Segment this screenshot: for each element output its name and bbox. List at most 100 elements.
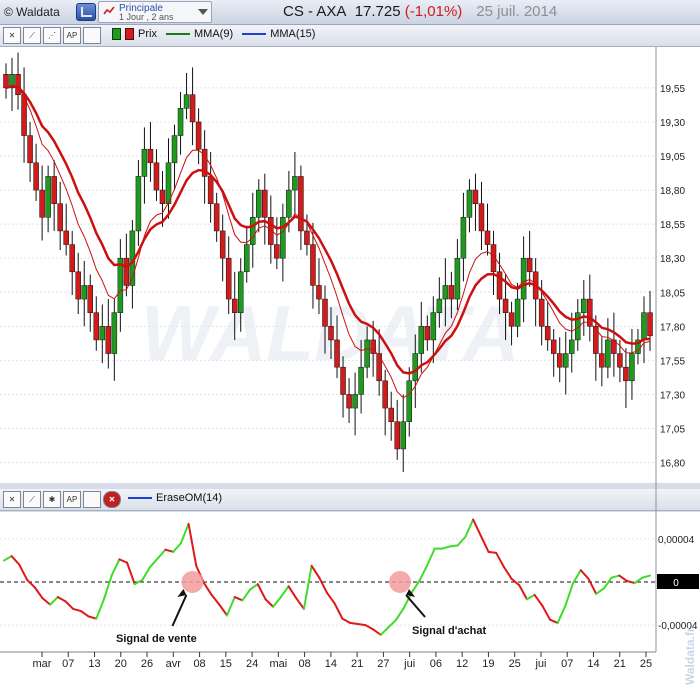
candle (532, 271, 539, 300)
candle (394, 421, 400, 450)
candle (358, 366, 364, 395)
candle (424, 326, 431, 341)
candle (243, 244, 250, 273)
candle (490, 244, 497, 273)
crosshair-tool-icon[interactable]: ✕ (3, 27, 21, 44)
x-tick-label: 14 (325, 658, 337, 670)
price-plot-area (0, 47, 656, 483)
candle (3, 74, 9, 89)
indicator-segment (587, 577, 598, 595)
legend-indicator: EraseOM(14) (156, 492, 223, 504)
indicator-segment (49, 596, 59, 606)
indicator-segment (549, 618, 559, 624)
candle (298, 176, 304, 232)
candle (593, 326, 599, 354)
line-tool-icon[interactable]: ⟋ (23, 27, 41, 44)
indicator-segment (425, 547, 436, 567)
crosshair-tool-icon[interactable]: ✕ (3, 491, 21, 508)
chart-canvas: WALDATA 19,55 19,30 19,05 18,80 18,55 18,30 18,… (0, 47, 700, 700)
indicator-segment (195, 564, 205, 585)
indicator-segment (241, 588, 252, 602)
indicator-plot-area (0, 512, 656, 652)
indicator-segment (579, 569, 590, 580)
indicator-segment (472, 518, 482, 537)
rectangle-tool-icon[interactable] (83, 491, 101, 508)
x-tick-label: 08 (193, 658, 205, 670)
text-tool-icon[interactable]: AP (63, 27, 81, 44)
x-tick-label: 25 (640, 658, 652, 670)
candle (207, 176, 214, 204)
sell-arrowhead (177, 589, 187, 597)
candle (21, 94, 27, 136)
y-tick-label: 19,30 (660, 118, 685, 129)
indicator-segment (156, 548, 167, 560)
candle (69, 244, 75, 273)
indicator-legend: EraseOM(14) (128, 492, 222, 504)
candle (189, 94, 196, 123)
candle (105, 326, 112, 354)
candle (81, 285, 87, 300)
rectangle-tool-icon[interactable] (83, 27, 101, 44)
indicator-segment (341, 617, 352, 624)
candle (183, 94, 190, 109)
candle (406, 380, 413, 422)
indicator-segment (72, 607, 82, 613)
settings-tool-icon[interactable]: ✱ (43, 491, 61, 508)
candle (123, 257, 130, 286)
indicator-segment (172, 542, 182, 553)
indicator-segment (356, 623, 367, 627)
candle (412, 353, 419, 382)
candle (364, 339, 370, 368)
indicator-segment (618, 574, 628, 582)
candle (57, 203, 63, 232)
indicator-segment (556, 604, 567, 624)
x-tick-label: 06 (430, 658, 442, 670)
indicator-segment (164, 548, 175, 553)
change: (-1,01%) (404, 3, 463, 20)
candle (388, 407, 394, 422)
x-tick-label: 07 (62, 658, 74, 670)
buy-arrow (405, 594, 426, 618)
candle (63, 230, 69, 245)
candle (520, 257, 527, 300)
indicator-segment (379, 626, 390, 636)
close-icon[interactable]: ✕ (103, 491, 121, 508)
y-tick-label: 19,55 (660, 84, 685, 95)
indicator-segment (202, 582, 213, 596)
x-tick-label: 14 (587, 658, 599, 670)
candle (274, 244, 280, 259)
indicator-segment (272, 596, 282, 608)
candle (159, 189, 166, 204)
price-legend: Prix MMA(9) MMA(15) (112, 28, 315, 41)
y-tick-label: 17,80 (660, 322, 685, 333)
y-tick-label: 18,80 (660, 186, 685, 197)
layout-selector[interactable]: Principale 1 Jour , 2 ans (98, 1, 212, 23)
candle (370, 339, 376, 354)
x-tick-label: 15 (220, 658, 232, 670)
title-bar: © Waldata Principale 1 Jour , 2 ans CS -… (0, 0, 700, 25)
indicator-segment (533, 593, 544, 607)
candle (550, 339, 557, 354)
indicator-segment (95, 598, 105, 620)
x-tick-label: 27 (377, 658, 389, 670)
candle (587, 298, 593, 327)
candle (442, 285, 449, 300)
candle (400, 421, 406, 450)
indicator-segment (318, 576, 328, 594)
text-tool-icon[interactable]: AP (63, 491, 81, 508)
candle (322, 298, 328, 327)
book-icon[interactable] (76, 3, 96, 21)
trend-tool-icon[interactable]: ⋰ (43, 27, 61, 44)
indicator-segment (333, 602, 344, 620)
layout-period: 1 Jour , 2 ans (119, 12, 174, 22)
indicator-segment (302, 564, 313, 610)
y-tick-label: -0,00004 (658, 621, 698, 632)
candle (352, 394, 358, 409)
indicator-segment (495, 551, 505, 568)
candle (201, 148, 208, 177)
line-tool-icon[interactable]: ⟋ (23, 491, 41, 508)
indicator-segment (10, 555, 21, 566)
candle (316, 285, 322, 300)
indicator-segment (295, 597, 305, 610)
y-tick-label: 0 (673, 578, 679, 589)
